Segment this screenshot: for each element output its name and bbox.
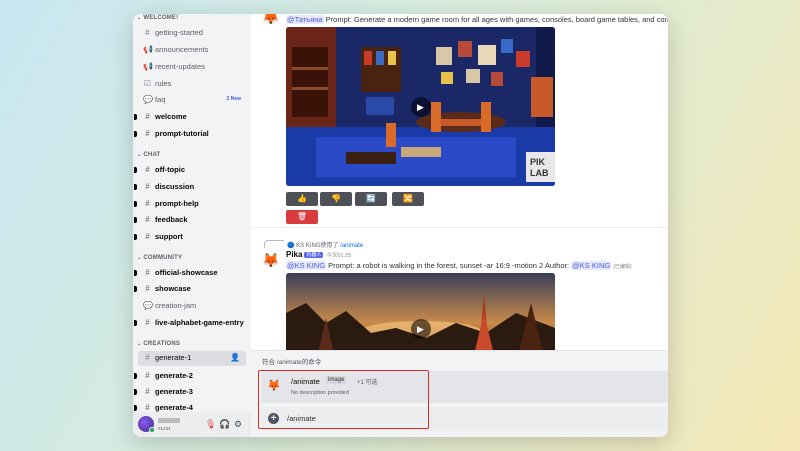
delete-button[interactable]: 🗑	[286, 210, 318, 224]
chevron-down-icon: ⌄	[137, 255, 142, 261]
category-community[interactable]: ⌄ COMMUNITY	[137, 255, 182, 261]
gear-icon[interactable]: ⚙	[234, 419, 242, 429]
hash-icon: #	[145, 215, 150, 224]
message-prompt-1: @Татьяна Prompt: Generate a modern game …	[286, 15, 668, 24]
channel-sidebar: ⌄ WELCOME! # getting-started 📢 announcement…	[133, 14, 251, 437]
rules-check-icon: ☑	[143, 79, 152, 88]
shuffle-button[interactable]: 🔀	[392, 192, 424, 206]
channel-generate-3[interactable]: # generate-3	[133, 385, 247, 400]
unread-indicator	[134, 167, 137, 173]
reply-connector	[264, 240, 284, 248]
command-reply-reference[interactable]: 🔵 KS KING使用了 /animate	[287, 240, 363, 249]
headphones-icon[interactable]: 🎧	[219, 419, 230, 429]
unread-indicator	[134, 389, 137, 395]
username-redacted	[158, 418, 180, 423]
user-mention[interactable]: @Татьяна	[286, 15, 324, 24]
unread-indicator	[134, 131, 137, 137]
unread-indicator	[134, 184, 137, 190]
hash-icon: #	[145, 28, 150, 37]
chevron-down-icon: ⌄	[137, 15, 142, 21]
message-divider	[251, 227, 668, 228]
channel-prompt-help[interactable]: # prompt-help	[133, 197, 247, 212]
threaded-hash-icon: #	[145, 387, 150, 396]
channel-recent-updates[interactable]: 📢 recent-updates	[133, 60, 247, 75]
hash-icon: #	[145, 165, 150, 174]
play-icon[interactable]: ▶	[410, 318, 431, 339]
threaded-hash-icon: #	[145, 318, 150, 327]
bot-badge: 机器人	[304, 252, 324, 258]
unread-indicator	[134, 320, 137, 326]
red-highlight-box	[258, 370, 429, 429]
category-welcome[interactable]: ⌄ WELCOME!	[137, 15, 178, 21]
channel-feedback[interactable]: # feedback	[133, 213, 247, 228]
new-posts-badge: 2 New	[226, 96, 241, 102]
channel-support[interactable]: # support	[133, 230, 247, 245]
thumbs-down-button[interactable]: 👎	[320, 192, 352, 206]
author-name[interactable]: Pika	[286, 250, 302, 259]
channel-generate-2[interactable]: # generate-2	[133, 369, 247, 384]
threaded-hash-icon: #	[145, 182, 150, 191]
pika-bot-avatar[interactable]: 🦊	[262, 252, 279, 268]
unread-indicator	[134, 217, 137, 223]
mute-mic-icon[interactable]: 🎙	[205, 419, 216, 429]
thumbs-up-button[interactable]: 👍	[286, 192, 318, 206]
channel-showcase[interactable]: # showcase	[133, 282, 247, 297]
game-room-video[interactable]: PIK LAB ▶	[286, 27, 555, 186]
refresh-button[interactable]: 🔄	[355, 192, 387, 206]
megaphone-icon: 📢	[143, 62, 153, 71]
unread-indicator	[134, 373, 137, 379]
author-mention[interactable]: @KS KING	[571, 261, 612, 270]
forum-icon: 💬	[143, 95, 153, 104]
channel-creation-jam[interactable]: 💬 creation-jam	[133, 299, 247, 314]
unread-indicator	[134, 234, 137, 240]
timestamp: 今天01:25	[326, 253, 352, 259]
unread-indicator	[134, 405, 137, 411]
message-prompt-2: @KS KING Prompt: a robot is walking in t…	[286, 261, 632, 270]
channel-official-showcase[interactable]: # official-showcase	[133, 266, 247, 281]
channel-generate-1[interactable]: # generate-1 👤	[138, 351, 246, 366]
threaded-hash-icon: #	[145, 353, 150, 362]
user-tag: #1234	[158, 426, 171, 431]
chevron-down-icon: ⌄	[137, 341, 142, 347]
threaded-hash-icon: #	[145, 268, 150, 277]
channel-announcements[interactable]: 📢 announcements	[133, 43, 247, 58]
chevron-down-icon: ⌄	[137, 152, 142, 158]
threaded-hash-icon: #	[145, 199, 150, 208]
channel-discussion[interactable]: # discussion	[133, 180, 247, 195]
unread-indicator	[134, 201, 137, 207]
hash-icon: #	[145, 129, 150, 138]
pika-bot-avatar[interactable]: 🦊	[262, 14, 279, 25]
play-icon[interactable]: ▶	[410, 96, 431, 117]
user-mention[interactable]: @KS KING	[286, 261, 327, 270]
category-chat[interactable]: ⌄ CHAT	[137, 152, 160, 158]
hash-icon: #	[145, 232, 150, 241]
svg-text:PIK: PIK	[530, 157, 546, 167]
threaded-hash-icon: #	[145, 371, 150, 380]
svg-text:LAB: LAB	[530, 168, 549, 178]
unread-indicator	[134, 270, 137, 276]
forum-icon: 💬	[143, 301, 153, 310]
unread-indicator	[134, 286, 137, 292]
unread-indicator	[134, 114, 137, 120]
channel-prompt-tutorial[interactable]: # prompt-tutorial	[133, 127, 247, 142]
autocomplete-header: 符合 /animate的命令	[262, 359, 322, 366]
channel-faq[interactable]: 💬 faq 2 New	[133, 93, 247, 108]
channel-welcome[interactable]: # welcome	[133, 110, 247, 125]
channel-getting-started[interactable]: # getting-started	[133, 26, 247, 41]
channel-live-alphabet-game-entry[interactable]: # live-alphabet-game-entry	[133, 316, 247, 331]
megaphone-icon: 📢	[143, 45, 153, 54]
add-member-icon[interactable]: 👤	[230, 353, 240, 362]
category-creations[interactable]: ⌄ CREATIONS	[137, 341, 180, 347]
online-status-icon	[149, 427, 155, 433]
channel-off-topic[interactable]: # off-topic	[133, 163, 247, 178]
hash-icon: #	[145, 112, 150, 121]
channel-rules[interactable]: ☑ rules	[133, 77, 247, 92]
message-header: Pika 机器人 今天01:25	[286, 250, 351, 259]
user-panel: #1234 🎙 🎧 ⚙	[133, 412, 251, 437]
threaded-hash-icon: #	[145, 284, 150, 293]
